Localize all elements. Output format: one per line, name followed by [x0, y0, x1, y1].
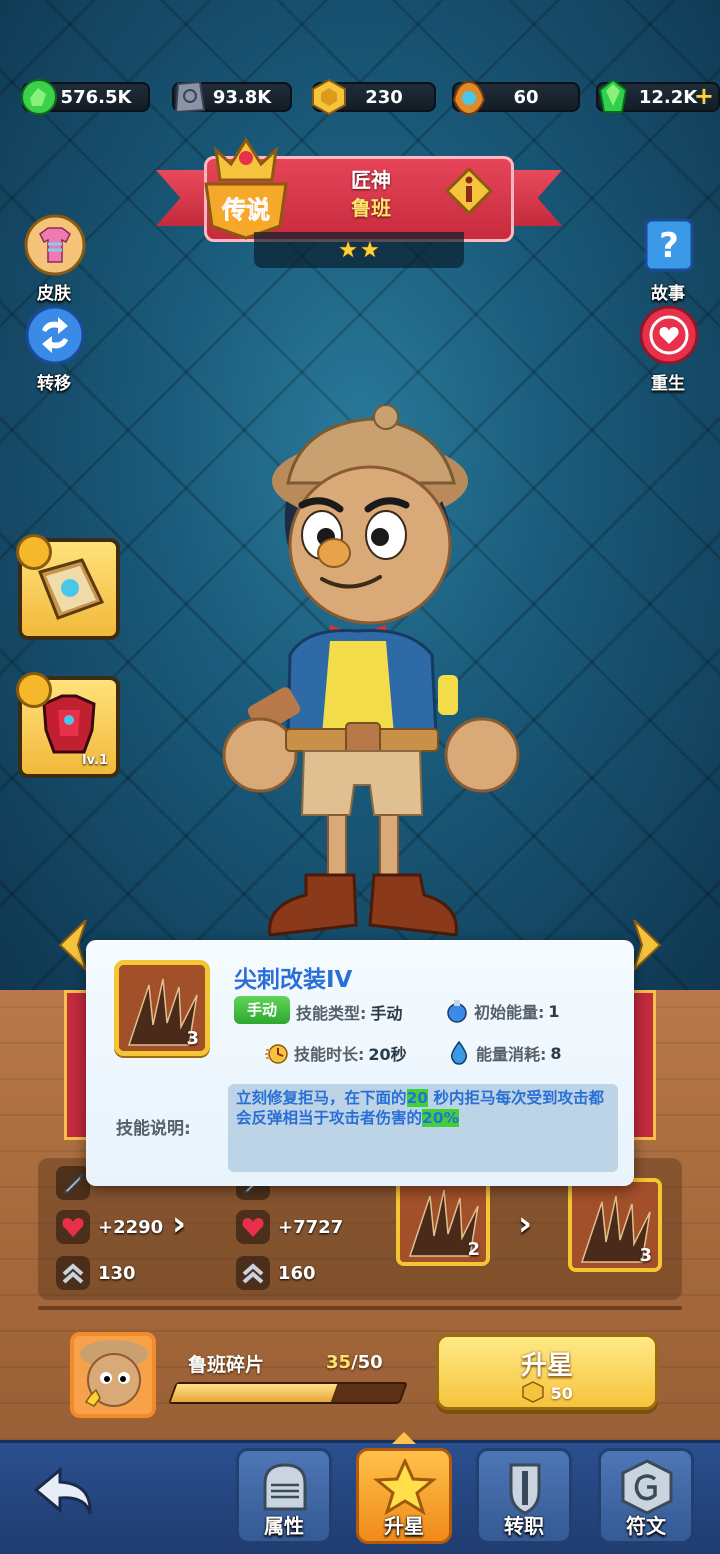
legendary-crown-icon: 传说 — [204, 137, 288, 240]
hero-name: 鲁班 — [351, 196, 391, 220]
heart-rebirth-icon — [639, 305, 699, 365]
shard-progress-fill — [170, 1384, 337, 1402]
currency-emblem[interactable]: 60 — [452, 80, 580, 116]
hp-stat-right: +7727 — [236, 1210, 343, 1244]
energy-drop-icon — [450, 1040, 468, 1065]
rarity-label: 传说 — [221, 196, 270, 224]
shield-badge-icon — [16, 672, 52, 708]
emerald-icon — [598, 78, 628, 113]
swap-arrows-icon — [25, 305, 85, 365]
tab-upgrade-star[interactable]: 升星 — [356, 1448, 452, 1544]
currency-emerald[interactable]: 12.2K + — [596, 78, 720, 113]
skill-slot-current[interactable]: 2 — [396, 1172, 490, 1266]
equipment-slot-armor[interactable]: lv.1 — [16, 672, 120, 778]
upgrade-star-button[interactable]: 升星 50 — [436, 1334, 658, 1410]
shard-progress-bar — [167, 1382, 409, 1404]
currency-bar: 576.5K 93.8K 230 60 12.2K + — [8, 76, 720, 120]
transfer-button[interactable]: 转移 — [14, 304, 94, 394]
timer-icon — [265, 1044, 288, 1064]
gold-hexagon-coin-icon — [312, 78, 346, 116]
rune-stone-icon — [621, 1459, 673, 1515]
skill-detail-popup: 3 尖刺改装IV 手动 技能类型: 手动 初始能量: 1 技能时长: 20秒 能量消耗… — [86, 940, 634, 1186]
equipment-slot-book[interactable] — [16, 534, 120, 640]
star-icon: ★ — [360, 237, 380, 263]
hero-stars: ★ ★ — [254, 232, 464, 268]
stat-arrow-icon: › — [172, 1204, 187, 1244]
double-chevron-up-icon — [56, 1256, 90, 1290]
potion-icon — [447, 1000, 467, 1023]
hp-value-right: +7727 — [278, 1216, 344, 1238]
currency-green-gems[interactable]: 576.5K — [21, 79, 150, 115]
hp-value-left: +2290 — [98, 1216, 164, 1238]
hero-portrait-icon — [74, 1336, 152, 1414]
rebirth-button[interactable]: 重生 — [628, 304, 708, 394]
next-hero-arrow-icon[interactable] — [630, 918, 664, 972]
speed-value-right: 160 — [278, 1262, 316, 1284]
hero-character-luban — [222, 405, 520, 937]
tab-attributes[interactable]: 属性 — [236, 1448, 332, 1544]
shirt-icon — [24, 214, 86, 276]
skill-slot-next[interactable]: 3 — [568, 1178, 662, 1272]
skill-name: 尖刺改装IV — [234, 967, 353, 993]
speed-value-left: 130 — [98, 1262, 136, 1284]
tab-class-change[interactable]: 转职 — [476, 1448, 572, 1544]
energy-cost: 能量消耗: 8 — [446, 1040, 562, 1066]
currency-gold[interactable]: 230 — [312, 78, 436, 116]
attack-stat-left — [56, 1166, 90, 1200]
heart-icon — [236, 1210, 270, 1244]
skill-upgrade-arrow-icon: › — [518, 1204, 533, 1244]
shard-label: 鲁班碎片 — [188, 1354, 265, 1376]
heart-icon — [56, 1210, 90, 1244]
currency-stone[interactable]: 93.8K — [172, 80, 292, 114]
sword-icon — [56, 1166, 90, 1200]
speed-stat-right: 160 — [236, 1256, 316, 1290]
info-button-icon[interactable] — [444, 166, 494, 216]
star-icon — [373, 1459, 437, 1515]
double-chevron-up-icon — [236, 1256, 270, 1290]
question-book-icon: ? — [644, 218, 694, 272]
hp-stat-left: +2290 — [56, 1210, 163, 1244]
gold-hexagon-coin-icon — [522, 1381, 544, 1403]
popup-skill-icon-frame: 3 — [114, 960, 210, 1056]
green-gem-cluster-icon — [21, 79, 57, 115]
knight-helmet-icon — [263, 1463, 307, 1511]
tab-runes[interactable]: 符文 — [598, 1448, 694, 1544]
manual-tag: 手动 — [234, 996, 290, 1024]
sword-shield-icon — [509, 1463, 541, 1515]
skill-type: 技能类型: 手动 — [296, 1004, 403, 1023]
svg-text:?: ? — [659, 226, 679, 266]
bronze-emblem-icon — [452, 80, 486, 116]
back-arrow-icon[interactable] — [30, 1462, 100, 1526]
shield-badge-icon — [16, 534, 52, 570]
stone-tablet-icon — [174, 80, 206, 114]
active-tab-pointer — [392, 1432, 416, 1444]
upgrade-cost: 50 — [439, 1381, 655, 1403]
skill-duration: 技能时长: 20秒 — [264, 1040, 407, 1066]
start-energy: 初始能量: 1 — [444, 998, 560, 1024]
speed-stat-left: 130 — [56, 1256, 136, 1290]
skill-description: 立刻修复拒马，在下面的20 秒内拒马每次受到攻击都会反弹相当于攻击者伤害的20% — [228, 1084, 618, 1172]
hero-title: 匠神 — [351, 168, 391, 192]
skill-description-label: 技能说明: — [116, 1119, 191, 1139]
section-divider — [38, 1306, 682, 1310]
previous-hero-arrow-icon[interactable] — [56, 918, 90, 972]
shard-count: 35/50 — [326, 1352, 383, 1373]
story-button[interactable]: ? 故事 — [628, 214, 708, 304]
star-icon: ★ — [338, 237, 358, 263]
add-currency-icon[interactable]: + — [694, 82, 714, 110]
hero-shard-avatar[interactable] — [70, 1332, 156, 1418]
skin-button[interactable]: 皮肤 — [14, 214, 94, 304]
